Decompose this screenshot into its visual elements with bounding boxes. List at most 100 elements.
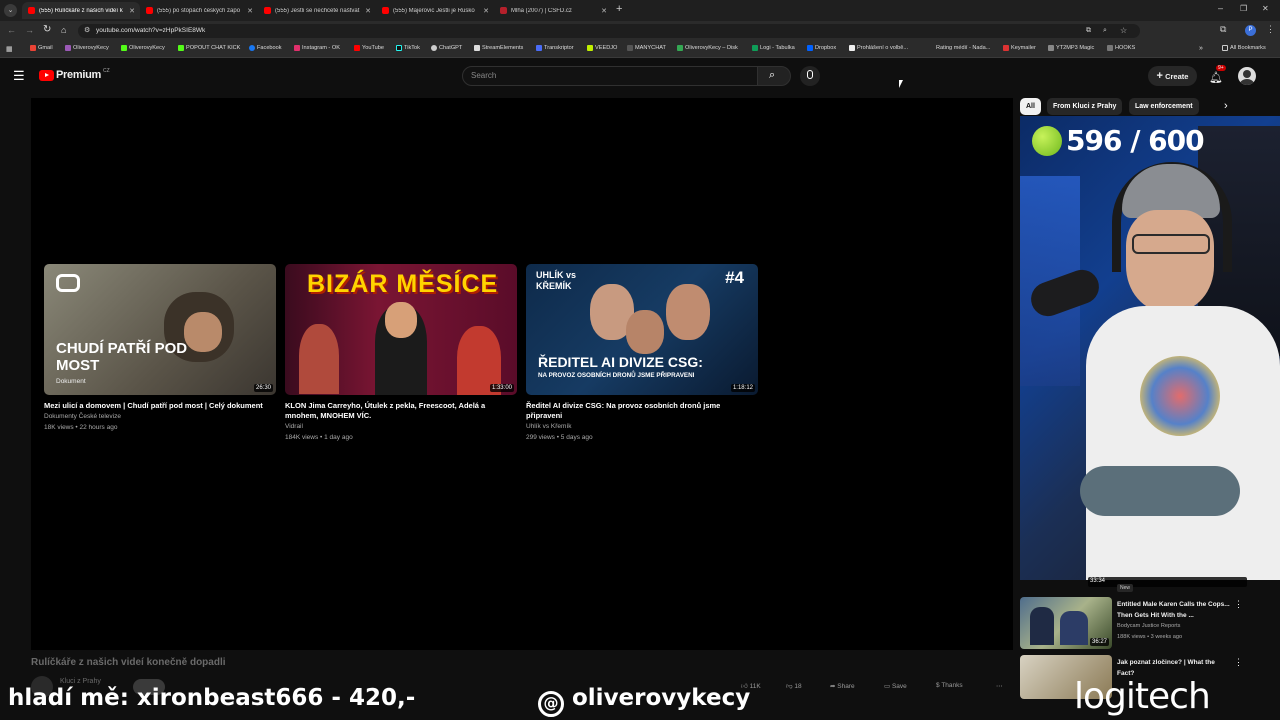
video-title[interactable]: Entitled Male Karen Calls the Cops... Th… bbox=[1117, 599, 1233, 621]
maximize-icon[interactable]: ❐ bbox=[1240, 4, 1247, 13]
voice-search-button[interactable] bbox=[800, 66, 820, 86]
browser-tab[interactable]: (555) po stopách českých zapo ✕ bbox=[140, 2, 258, 19]
bookmark-item[interactable]: VEEDJO bbox=[587, 45, 617, 51]
bookmark-item[interactable]: OliverovyKecy bbox=[65, 45, 109, 51]
translate-icon[interactable]: ⧉ bbox=[1086, 24, 1091, 38]
create-button[interactable]: + Create bbox=[1148, 66, 1197, 86]
bookmark-item[interactable]: Instagram - OK bbox=[294, 45, 340, 51]
video-title[interactable]: Mezi ulicí a domovem | Chudí patří pod m… bbox=[44, 401, 276, 411]
close-tab-icon[interactable]: ✕ bbox=[363, 7, 373, 15]
youtube-play-icon bbox=[39, 69, 54, 81]
bookmark-item[interactable]: YT2MP3 Magic bbox=[1048, 45, 1094, 51]
endscreen-video-card[interactable]: CHUDÍ PATŘÍ POD MOST Dokument 26:30 Mezi… bbox=[44, 264, 276, 433]
threads-icon: @ bbox=[538, 691, 564, 717]
bookmark-item[interactable]: ChatGPT bbox=[431, 45, 462, 51]
youtube-logo[interactable]: Premium CZ bbox=[39, 68, 110, 81]
chip-law-enforcement[interactable]: Law enforcement bbox=[1129, 98, 1199, 115]
plus-icon: + bbox=[1156, 70, 1163, 82]
face-shape bbox=[1126, 210, 1214, 312]
new-tab-icon[interactable]: + bbox=[616, 3, 622, 15]
video-title[interactable]: Ředitel AI divize CSG: Na provoz osobníc… bbox=[526, 401, 758, 421]
close-tab-icon[interactable]: ✕ bbox=[127, 7, 137, 15]
channel-name[interactable]: Uhlík vs Křemík bbox=[526, 421, 758, 432]
browser-menu-icon[interactable]: ⋮ bbox=[1266, 24, 1275, 35]
channel-name[interactable]: Bodycam Justice Reports bbox=[1117, 623, 1180, 629]
bookmark-item[interactable]: Prohlášení o volbě... bbox=[849, 45, 908, 51]
bookmark-item[interactable]: Facebook bbox=[249, 45, 282, 51]
browser-tab-strip: ⌄ (555) Rulíčkáře z našich videí k ✕ (555… bbox=[0, 0, 1280, 21]
bookmark-item[interactable]: Rating médií - Nada... bbox=[936, 45, 990, 51]
browser-tab[interactable]: (555) Majerovic Jestli je Rusko ✕ bbox=[376, 2, 494, 19]
chip-from-channel[interactable]: From Kluci z Prahy bbox=[1047, 98, 1123, 115]
close-tab-icon[interactable]: ✕ bbox=[245, 7, 255, 15]
extensions-icon[interactable]: ⧉ bbox=[1220, 24, 1226, 35]
video-thumbnail[interactable]: 36:27 bbox=[1020, 597, 1112, 649]
browser-tab[interactable]: (555) Jestli se nechcete naštvat ✕ bbox=[258, 2, 376, 19]
bookmark-item[interactable]: Dropbox bbox=[807, 45, 836, 51]
bookmark-star-icon[interactable]: ☆ bbox=[1120, 24, 1127, 38]
chip-all[interactable]: All bbox=[1020, 98, 1041, 115]
channel-name[interactable]: Dokumenty České televize bbox=[44, 411, 276, 422]
glasses-shape bbox=[1132, 234, 1210, 254]
channel-name[interactable]: Vidrail bbox=[285, 421, 517, 432]
zoom-icon[interactable]: ⌕ bbox=[1103, 24, 1107, 38]
related-item[interactable]: 36:27 Entitled Male Karen Calls the Cops… bbox=[1020, 597, 1250, 651]
video-title: Rulíčkáře z našich videí konečně dopadli bbox=[31, 657, 226, 668]
browser-tab[interactable]: (555) Rulíčkáře z našich videí k ✕ bbox=[22, 2, 140, 19]
close-window-icon[interactable]: ✕ bbox=[1262, 4, 1269, 13]
bookmark-item[interactable]: TikTok bbox=[396, 45, 420, 51]
bookmark-item[interactable]: Gmail bbox=[30, 45, 53, 51]
bookmark-item[interactable]: POPOUT CHAT KICK bbox=[178, 45, 240, 51]
bookmark-item[interactable]: OliverovyKecy bbox=[121, 45, 165, 51]
profile-icon[interactable]: P bbox=[1245, 25, 1256, 36]
endscreen-video-card[interactable]: BIZÁR MĚSÍCE 1:33:00 KLON Jima Carreyho,… bbox=[285, 264, 517, 443]
avatar[interactable] bbox=[1238, 67, 1256, 85]
bookmark-item[interactable]: Transkriptor bbox=[536, 45, 574, 51]
close-tab-icon[interactable]: ✕ bbox=[599, 7, 609, 15]
forward-icon[interactable]: → bbox=[25, 25, 34, 35]
all-bookmarks[interactable]: All Bookmarks bbox=[1222, 45, 1266, 51]
more-options-icon[interactable]: ⋮ bbox=[1234, 657, 1243, 668]
browser-tab[interactable]: Mlha (2007) | ČSFD.cz ✕ bbox=[494, 2, 612, 19]
video-thumbnail[interactable]: CHUDÍ PATŘÍ POD MOST Dokument 26:30 bbox=[44, 264, 276, 395]
bookmark-item[interactable]: Keymailer bbox=[1003, 45, 1036, 51]
share-button[interactable]: ➦ Share bbox=[830, 682, 855, 690]
apps-icon[interactable]: ▦ bbox=[6, 45, 13, 53]
youtube-favicon-icon bbox=[146, 7, 153, 14]
microphone-icon bbox=[807, 70, 813, 79]
search-icon: ⌕ bbox=[769, 69, 776, 81]
tab-search-button[interactable]: ⌄ bbox=[4, 4, 17, 17]
more-options-icon[interactable]: ⋮ bbox=[1234, 599, 1243, 610]
bookmark-item[interactable]: HOOKS bbox=[1107, 45, 1135, 51]
bookmark-item[interactable]: MANYCHAT bbox=[627, 45, 666, 51]
video-title[interactable]: KLON Jima Carreyho, Útulek z pekla, Free… bbox=[285, 401, 517, 421]
chevron-right-icon[interactable]: › bbox=[1224, 100, 1228, 112]
bookmark-item[interactable]: OliverovyKecy – Disk bbox=[677, 45, 738, 51]
more-actions-icon[interactable]: ⋯ bbox=[996, 682, 1003, 690]
more-bookmarks-icon[interactable]: » bbox=[1199, 45, 1203, 52]
tshirt-shape bbox=[1086, 306, 1280, 580]
home-icon[interactable]: ⌂ bbox=[61, 25, 66, 35]
related-item[interactable]: 33:34 New bbox=[1020, 574, 1250, 592]
minimize-icon[interactable]: – bbox=[1218, 3, 1223, 13]
menu-icon[interactable]: ☰ bbox=[13, 68, 25, 84]
video-thumbnail[interactable]: UHLÍK vs KŘEMÍK #4 ŘEDITEL AI DIVIZE CSG… bbox=[526, 264, 758, 395]
back-icon[interactable]: ← bbox=[7, 25, 16, 35]
kick-icon bbox=[121, 45, 127, 51]
video-thumbnail[interactable]: BIZÁR MĚSÍCE 1:33:00 bbox=[285, 264, 517, 395]
bookmark-item[interactable]: Logi - Tabulka bbox=[752, 45, 795, 51]
notifications-button[interactable]: 🔔︎ 9+ bbox=[1209, 65, 1226, 86]
thanks-button[interactable]: $ Thanks bbox=[936, 682, 963, 689]
close-tab-icon[interactable]: ✕ bbox=[481, 7, 491, 15]
save-button[interactable]: ▭ Save bbox=[884, 682, 907, 690]
search-input[interactable]: Search bbox=[462, 66, 758, 86]
bookmark-item[interactable]: YouTube bbox=[354, 45, 384, 51]
endscreen-video-card[interactable]: UHLÍK vs KŘEMÍK #4 ŘEDITEL AI DIVIZE CSG… bbox=[526, 264, 758, 443]
bookmark-item[interactable]: StreamElements bbox=[474, 45, 523, 51]
search-button[interactable]: ⌕ bbox=[757, 66, 791, 86]
channel-name[interactable]: Kluci z Prahy bbox=[60, 678, 101, 685]
reload-icon[interactable]: ↻ bbox=[43, 24, 51, 35]
dislike-button[interactable]: 👎︎ 18 bbox=[786, 682, 802, 690]
address-bar[interactable]: ⚙ youtube.com/watch?v=zHpPkSIE8Wk ⧉ ⌕ ☆ bbox=[78, 24, 1140, 38]
site-info-icon[interactable]: ⚙ bbox=[84, 24, 90, 38]
